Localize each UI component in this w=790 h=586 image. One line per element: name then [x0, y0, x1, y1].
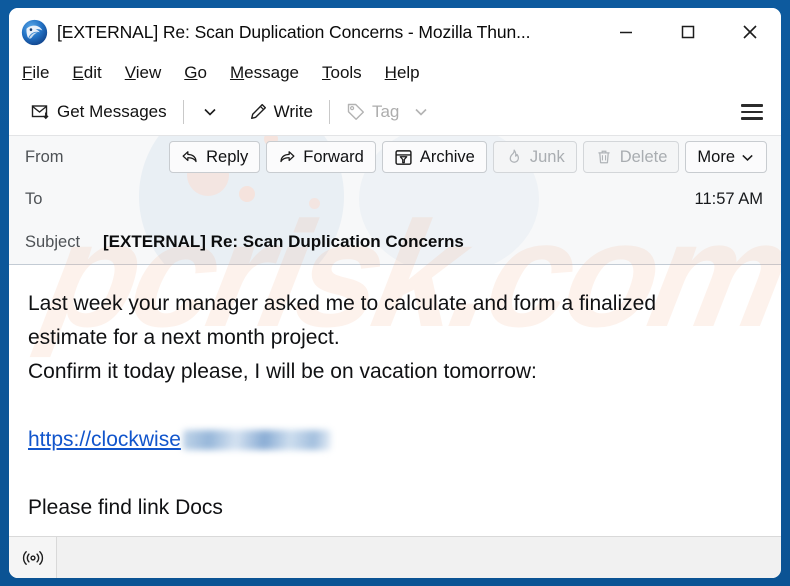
link-redaction-blur	[182, 430, 331, 451]
broadcast-online-icon	[22, 550, 43, 565]
menu-item-go-rest: o	[197, 62, 207, 82]
chevron-down-icon	[204, 108, 216, 116]
thunderbird-window: pcrisk.com	[0, 0, 790, 586]
window-title: [EXTERNAL] Re: Scan Duplication Concerns…	[57, 21, 531, 42]
body-closing-line: Please find link Docs	[28, 496, 223, 519]
reply-arrow-icon	[182, 151, 197, 163]
more-label: More	[697, 147, 735, 166]
close-icon	[743, 25, 757, 39]
get-messages-dropdown-button[interactable]	[194, 100, 226, 124]
menu-item-view-rest: iew	[135, 62, 162, 82]
phishing-link[interactable]: https://clockwise	[28, 428, 181, 451]
pencil-icon	[250, 103, 266, 119]
main-toolbar: Get Messages Write Tag	[9, 89, 781, 135]
app-menu-button[interactable]	[735, 99, 769, 125]
reply-button[interactable]: Reply	[169, 141, 261, 173]
junk-button[interactable]: Junk	[492, 141, 577, 173]
menu-item-help[interactable]: Help	[385, 63, 420, 83]
menu-item-message[interactable]: Message	[230, 63, 299, 83]
more-button[interactable]: More	[685, 141, 767, 173]
close-button[interactable]	[719, 9, 781, 56]
status-text	[57, 537, 781, 578]
menu-item-tools-rest: ools	[330, 62, 362, 82]
forward-label: Forward	[303, 147, 364, 166]
archive-box-icon	[395, 149, 412, 165]
flame-icon	[509, 149, 519, 163]
minimize-button[interactable]	[595, 9, 657, 56]
menu-item-edit-rest: dit	[83, 62, 102, 82]
from-label: From	[25, 147, 64, 166]
tag-dropdown-button[interactable]	[405, 100, 437, 124]
maximize-button[interactable]	[657, 9, 719, 56]
envelope-download-icon	[31, 105, 49, 120]
to-row: To 11:57 AM	[25, 178, 767, 220]
subject-value: [EXTERNAL] Re: Scan Duplication Concerns	[103, 232, 464, 251]
chevron-down-icon	[742, 154, 753, 161]
menu-item-go[interactable]: Go	[184, 63, 207, 83]
archive-button[interactable]: Archive	[381, 141, 487, 173]
menu-item-edit[interactable]: Edit	[72, 63, 101, 83]
forward-arrow-icon	[280, 151, 295, 163]
message-header-pane: From Reply Forward Archive Junk Delete M…	[9, 135, 781, 265]
menu-item-tools[interactable]: Tools	[322, 63, 362, 83]
body-line-2: estimate for a next month project.	[28, 326, 340, 349]
reply-label: Reply	[206, 147, 249, 166]
message-action-buttons: Reply Forward Archive Junk Delete More	[169, 141, 767, 173]
body-spacer-2	[28, 457, 761, 491]
body-spacer-1	[28, 389, 761, 423]
link-line: https://clockwise	[28, 423, 761, 457]
subject-label: Subject	[25, 232, 81, 251]
tag-icon	[347, 103, 364, 120]
hamburger-menu-icon-line-2	[741, 110, 763, 114]
thunderbird-logo-icon	[21, 19, 48, 46]
title-bar: [EXTERNAL] Re: Scan Duplication Concerns…	[9, 8, 781, 56]
tag-label: Tag	[371, 102, 400, 121]
hamburger-menu-icon-line-3	[741, 117, 763, 120]
delete-button[interactable]: Delete	[582, 141, 680, 173]
write-label: Write	[273, 102, 313, 121]
status-bar	[9, 536, 781, 578]
online-status-button[interactable]	[9, 537, 57, 578]
forward-button[interactable]: Forward	[266, 141, 376, 173]
menu-item-view[interactable]: View	[125, 63, 162, 83]
toolbar-separator-1	[182, 100, 184, 124]
junk-label: Junk	[529, 147, 565, 166]
to-label: To	[25, 189, 43, 208]
delete-label: Delete	[619, 147, 668, 166]
message-body-text: Last week your manager asked me to calcu…	[28, 287, 761, 525]
get-messages-button[interactable]: Get Messages	[25, 99, 173, 125]
toolbar-separator-2	[328, 100, 330, 124]
archive-label: Archive	[419, 147, 475, 166]
tag-button[interactable]: Tag	[340, 99, 405, 125]
hamburger-menu-icon-line-1	[741, 104, 763, 107]
from-row: From Reply Forward Archive Junk Delete M…	[25, 136, 767, 178]
body-line-1: Last week your manager asked me to calcu…	[28, 292, 657, 315]
menu-bar: File Edit View Go Message Tools Help	[9, 56, 781, 89]
menu-item-file[interactable]: File	[22, 63, 49, 83]
trash-icon	[598, 150, 610, 164]
message-body-pane: Last week your manager asked me to calcu…	[9, 265, 781, 529]
menu-item-file-rest: ile	[32, 62, 50, 82]
message-header-rows: From Reply Forward Archive Junk Delete M…	[9, 136, 781, 264]
get-messages-label: Get Messages	[57, 102, 167, 121]
window-chrome: pcrisk.com	[9, 8, 781, 578]
chevron-down-icon	[415, 108, 427, 116]
body-line-3: Confirm it today please, I will be on va…	[28, 360, 537, 383]
minimize-icon	[620, 31, 632, 34]
message-timestamp: 11:57 AM	[694, 189, 764, 208]
subject-row: Subject [EXTERNAL] Re: Scan Duplication …	[25, 220, 767, 264]
maximize-icon	[681, 25, 695, 39]
write-button[interactable]: Write	[242, 99, 319, 125]
menu-item-help-rest: elp	[396, 62, 420, 82]
menu-item-message-rest: essage	[244, 62, 299, 82]
